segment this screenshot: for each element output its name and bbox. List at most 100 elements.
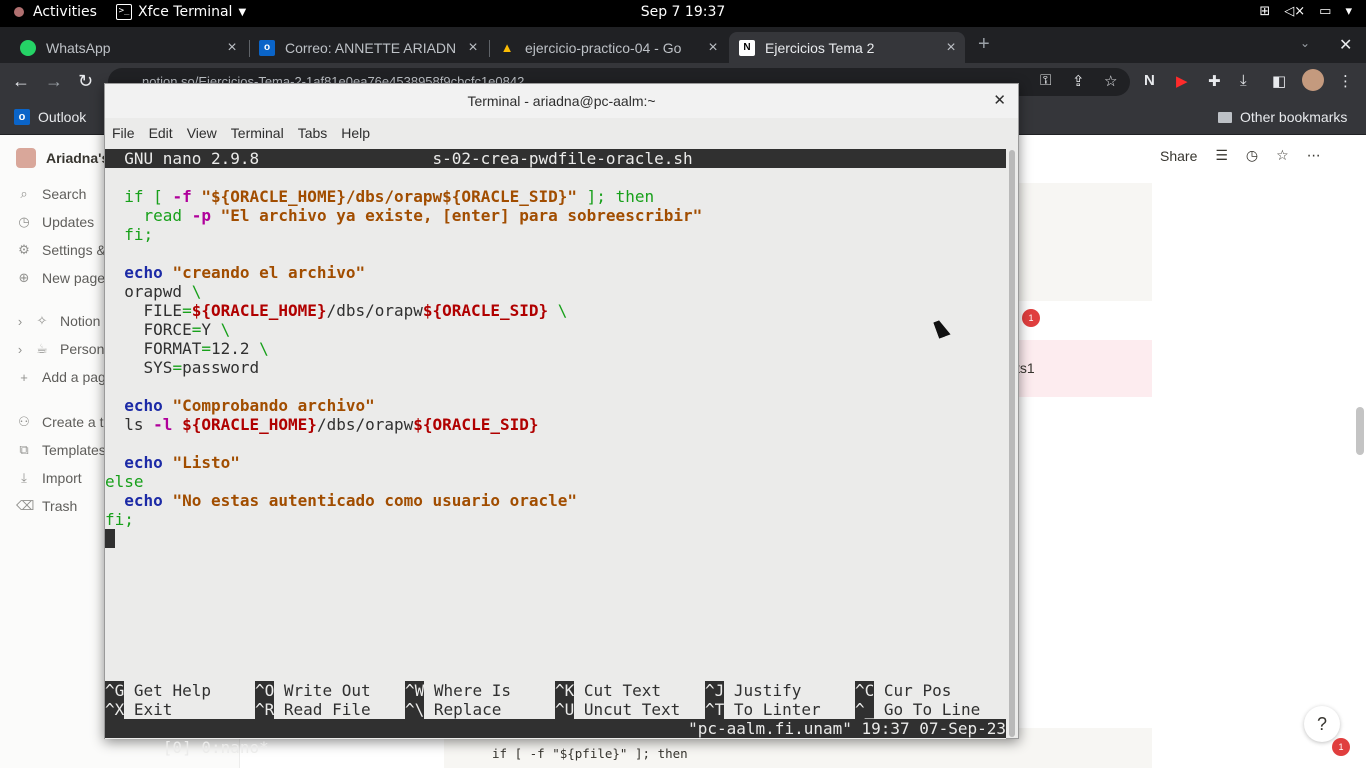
close-icon[interactable]: × [463, 39, 483, 57]
highlight-block [1018, 340, 1152, 397]
close-icon[interactable]: × [941, 39, 961, 57]
menu-file[interactable]: File [105, 122, 142, 146]
notion-extension-icon[interactable]: N [1144, 72, 1155, 89]
new-tab-button[interactable]: + [978, 33, 990, 56]
code-line: SYS=password [105, 358, 260, 377]
profile-avatar[interactable] [1302, 69, 1324, 91]
download-icon[interactable]: ⤓ [1240, 72, 1247, 89]
app-menu[interactable]: >_ Xfce Terminal ▼ [116, 4, 246, 20]
sidebar-item-search[interactable]: ⌕ Search [16, 186, 86, 202]
sidebar-page-personal[interactable]: › ☕ Persona [16, 341, 112, 357]
tab-ejercicios-tema-2[interactable]: N Ejercicios Tema 2 × [729, 32, 965, 63]
youtube-extension-icon[interactable]: ▶ [1176, 72, 1188, 90]
workspace-switcher[interactable]: Ariadna's [16, 148, 109, 168]
key-icon[interactable]: ⚿ [1040, 72, 1051, 89]
activities-icon [14, 7, 24, 17]
sidebar-item-settings[interactable]: ⚙ Settings & [16, 242, 106, 258]
side-panel-icon[interactable]: ◧ [1272, 72, 1286, 90]
menu-terminal[interactable]: Terminal [224, 122, 291, 146]
shortcut-cut-text: ^K Cut Text [555, 681, 661, 700]
bookmark-outlook[interactable]: o Outlook [14, 109, 86, 125]
tab-search-chevron-icon[interactable]: ⌄ [1300, 36, 1310, 50]
tab-correo[interactable]: o Correo: ANNETTE ARIADN × [249, 32, 487, 63]
clock[interactable]: Sep 7 19:37 [641, 4, 726, 20]
power-icon[interactable]: ▾ [1345, 4, 1352, 19]
system-top-bar: Activities >_ Xfce Terminal ▼ Sep 7 19:3… [0, 0, 1366, 27]
tmux-host-time: "pc-aalm.fi.unam" 19:37 07-Sep-23 [688, 719, 1006, 738]
help-button[interactable]: ? [1304, 706, 1340, 742]
sparkle-icon: ✧ [36, 313, 48, 328]
menu-view[interactable]: View [180, 122, 224, 146]
comments-icon[interactable]: ☰ [1215, 147, 1228, 164]
shortcut-write-out: ^O Write Out [255, 681, 371, 700]
code-line: FILE=${ORACLE_HOME}/dbs/orapw${ORACLE_SI… [105, 301, 568, 320]
add-page-button[interactable]: + Add a pag [16, 369, 106, 385]
back-icon[interactable]: ← [12, 71, 30, 92]
terminal-window: Terminal - ariadna@pc-aalm:~ ✕ File Edit… [104, 83, 1019, 757]
terminal-titlebar[interactable]: Terminal - ariadna@pc-aalm:~ ✕ [105, 84, 1018, 118]
history-icon[interactable]: ◷ [1246, 147, 1258, 164]
code-line: fi; [105, 510, 134, 529]
terminal-app-icon: >_ [116, 4, 132, 20]
sidebar-page-notion[interactable]: › ✧ Notion P [16, 313, 114, 329]
nano-header: GNU nano 2.9.8 s-02-crea-pwdfile-oracle.… [105, 149, 1006, 168]
favorite-star-icon[interactable]: ☆ [1276, 147, 1289, 164]
close-icon[interactable]: × [703, 39, 723, 57]
plus-icon: + [20, 369, 28, 385]
sidebar-item-trash[interactable]: ⌫ Trash [16, 498, 77, 514]
sidebar-item-import[interactable]: ⤓ Import [16, 470, 82, 486]
whatsapp-icon [20, 39, 36, 56]
menu-kebab-icon[interactable]: ⋮ [1338, 72, 1353, 90]
extensions-icon[interactable]: ✚ [1208, 72, 1221, 90]
tmux-status-bar: [0] 0:nano* "pc-aalm.fi.unam" 19:37 07-S… [105, 719, 1006, 757]
code-line: echo "creando el archivo" [124, 263, 366, 282]
sidebar-item-templates[interactable]: ⧉ Templates [16, 442, 105, 458]
code-line: fi; [124, 225, 154, 244]
share-icon[interactable]: ⇪ [1072, 72, 1085, 90]
close-icon[interactable]: × [222, 39, 242, 57]
battery-icon[interactable]: ▭ [1319, 4, 1331, 19]
tab-whatsapp[interactable]: WhatsApp × [10, 32, 246, 63]
network-icon[interactable]: ⊞ [1259, 4, 1270, 19]
code-line: ls -l ${ORACLE_HOME}/dbs/orapw${ORACLE_S… [105, 415, 539, 434]
menu-help[interactable]: Help [334, 122, 377, 146]
outlook-icon: o [14, 109, 30, 125]
menu-edit[interactable]: Edit [142, 122, 180, 146]
page-scrollbar[interactable] [1356, 407, 1364, 455]
volume-muted-icon[interactable]: ◁× [1284, 4, 1305, 19]
bookmark-star-icon[interactable]: ☆ [1104, 72, 1117, 90]
avatar [16, 148, 36, 168]
shortcut-replace: ^\ Replace [405, 700, 502, 719]
terminal-screen[interactable]: GNU nano 2.9.8 s-02-crea-pwdfile-oracle.… [105, 149, 1006, 757]
menu-tabs[interactable]: Tabs [291, 122, 335, 146]
code-line: read -p "El archivo ya existe, [enter] p… [143, 206, 703, 225]
chevron-right-icon: › [17, 341, 23, 357]
sidebar-item-updates[interactable]: ◷ Updates [16, 214, 94, 230]
shortcut-cur-pos: ^C Cur Pos [855, 681, 952, 700]
reload-icon[interactable]: ↻ [78, 71, 93, 92]
shortcut-read-file: ^R Read File [255, 700, 371, 719]
text-cursor [105, 529, 115, 548]
close-icon[interactable]: ✕ [993, 84, 1006, 118]
sidebar-item-new-page[interactable]: ⊕ New page [16, 270, 106, 286]
share-button[interactable]: Share [1160, 148, 1197, 164]
tmux-window-list: [0] 0:nano* [162, 738, 269, 757]
sidebar-item-create-teamspace[interactable]: ⚇ Create a t [16, 414, 103, 430]
tab-ejercicio-practico[interactable]: ▲ ejercicio-practico-04 - Go × [489, 32, 727, 63]
notion-icon: N [739, 39, 755, 56]
people-icon: ⚇ [18, 414, 30, 429]
activities-button[interactable]: Activities [14, 4, 97, 20]
other-bookmarks[interactable]: Other bookmarks [1218, 109, 1347, 125]
notion-topbar-actions: Share ☰ ◷ ☆ ⋯ [1160, 147, 1321, 164]
shortcut-where-is: ^W Where Is [405, 681, 511, 700]
folder-icon [1218, 111, 1232, 123]
system-tray[interactable]: ⊞ ◁× ▭ ▾ [1259, 4, 1352, 19]
shortcut-exit: ^X Exit [105, 700, 173, 719]
window-close-icon[interactable]: ✕ [1339, 35, 1352, 55]
more-options-icon[interactable]: ⋯ [1307, 147, 1321, 164]
terminal-scrollbar[interactable] [1009, 150, 1015, 737]
browser-tab-strip: WhatsApp × o Correo: ANNETTE ARIADN × ▲ … [0, 27, 1366, 63]
chevron-down-icon: ▼ [238, 6, 247, 18]
forward-icon[interactable]: → [45, 71, 63, 92]
outlook-icon: o [259, 39, 275, 56]
